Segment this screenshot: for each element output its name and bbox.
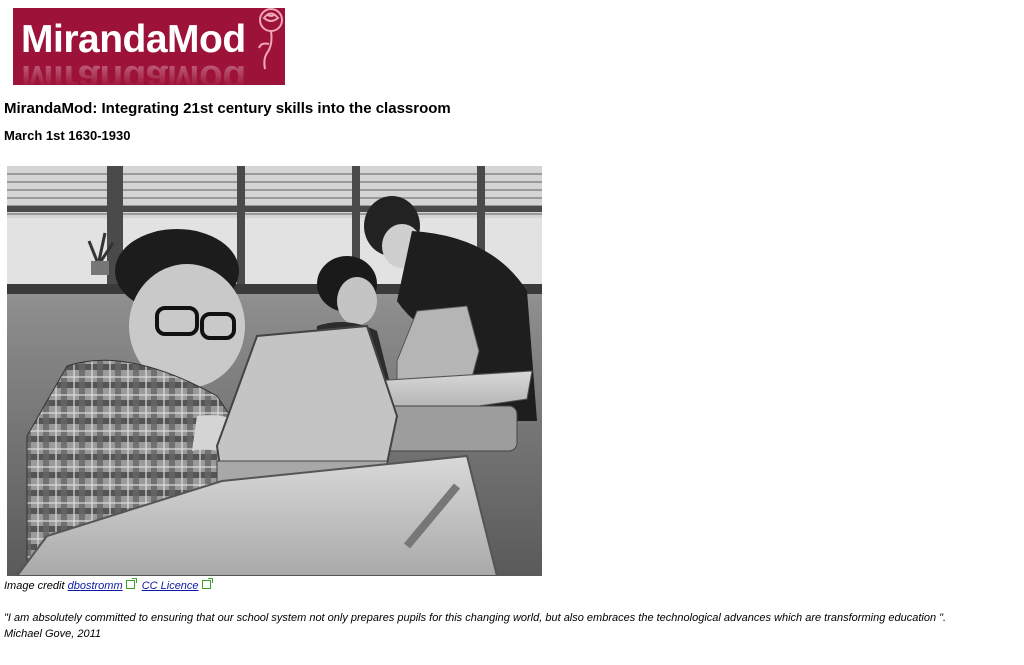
logo-text: MirandaMod [21, 18, 246, 61]
rose-icon [258, 8, 283, 70]
image-credit: Image credit dbostromm CC Licence [4, 578, 215, 592]
classroom-photo [7, 166, 542, 576]
author-link[interactable]: dbostromm [68, 580, 123, 592]
external-link-icon [125, 578, 137, 589]
page-title: MirandaMod: Integrating 21st century ski… [4, 100, 451, 117]
licence-link[interactable]: CC Licence [142, 580, 199, 592]
site-logo[interactable]: MirandaMod MirandaMod [13, 8, 285, 85]
logo-reflection-fade [13, 60, 285, 85]
quote-text: "I am absolutely committed to ensuring t… [4, 612, 947, 624]
external-link-icon [201, 578, 213, 589]
quote-attribution: Michael Gove, 2011 [4, 628, 102, 640]
event-date: March 1st 1630-1930 [4, 128, 131, 143]
image-credit-label: Image credit [4, 580, 65, 592]
